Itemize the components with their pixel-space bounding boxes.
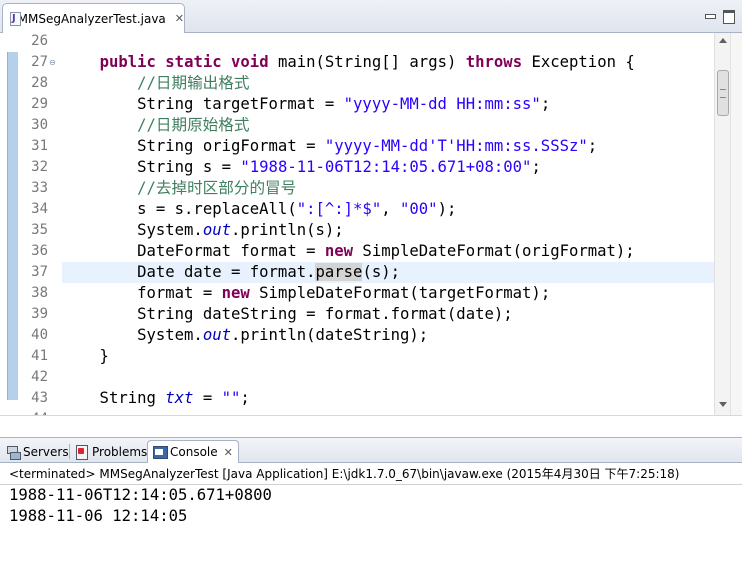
- line-number: 28: [31, 75, 48, 91]
- code-line: }: [62, 347, 109, 365]
- line-number: 40: [31, 327, 48, 343]
- code-line: //日期原始格式: [137, 116, 250, 134]
- java-file-icon: J: [9, 11, 21, 26]
- editor-tab-mmseganalyzertest[interactable]: J MMSegAnalyzerTest.java ✕: [2, 3, 185, 33]
- tab-servers-label: Servers: [23, 444, 69, 459]
- code-line: String origFormat = "yyyy-MM-dd'T'HH:mm:…: [62, 137, 598, 155]
- tab-problems-label: Problems: [92, 444, 148, 459]
- overview-ruler[interactable]: [730, 33, 742, 415]
- console-line: 1988-11-06T12:14:05.671+0800: [9, 486, 272, 504]
- line-number: 31: [31, 138, 48, 154]
- code-line: System.out.println(s);: [62, 221, 344, 239]
- console-icon: [153, 445, 168, 459]
- line-number: 41: [31, 348, 48, 364]
- vertical-scrollbar[interactable]: [714, 33, 730, 415]
- code-line: //日期输出格式: [137, 74, 250, 92]
- code-line: //去掉时区部分的冒号: [137, 179, 297, 197]
- code-editor[interactable]: 26 27 ⊖ public static void main(String[] a…: [0, 33, 742, 427]
- code-line: s = s.replaceAll(":[^:]*$", "00");: [62, 200, 457, 218]
- line-number: 26: [31, 33, 48, 49]
- code-line: public static void main(String[] args) t…: [99, 53, 635, 71]
- console-line: 1988-11-06 12:14:05: [9, 507, 188, 525]
- panel-tab-bar: Servers Problems Console ✕: [0, 437, 742, 463]
- scroll-up-icon[interactable]: [719, 38, 727, 43]
- tab-separator: [69, 444, 70, 459]
- tab-servers[interactable]: Servers: [6, 440, 69, 463]
- line-number: 34: [31, 201, 48, 217]
- code-line: Date date = format.parse(s);: [62, 263, 400, 281]
- code-line: String targetFormat = "yyyy-MM-dd HH:mm:…: [62, 95, 551, 113]
- line-number: 36: [31, 243, 48, 259]
- line-number: 29: [31, 96, 48, 112]
- close-icon[interactable]: ✕: [224, 446, 233, 459]
- maximize-icon[interactable]: [722, 9, 735, 24]
- fold-collapse-icon[interactable]: ⊖: [49, 58, 58, 67]
- editor-tab-bar: J MMSegAnalyzerTest.java ✕: [0, 0, 742, 33]
- minimize-icon[interactable]: [703, 9, 716, 22]
- code-line: format = new SimpleDateFormat(targetForm…: [62, 284, 551, 302]
- close-icon[interactable]: ✕: [175, 12, 184, 25]
- scroll-down-icon[interactable]: [719, 402, 727, 407]
- line-number: 33: [31, 180, 48, 196]
- change-ruler: [7, 52, 18, 400]
- line-number: 39: [31, 306, 48, 322]
- tab-console[interactable]: Console ✕: [147, 440, 239, 463]
- line-number: 43: [31, 390, 48, 406]
- console-output[interactable]: 1988-11-06T12:14:05.671+0800 1988-11-06 …: [0, 485, 742, 572]
- line-number: 27: [31, 54, 48, 70]
- line-number: 37: [31, 264, 48, 280]
- problems-icon: [75, 444, 89, 460]
- line-number: 32: [31, 159, 48, 175]
- scrollbar-thumb[interactable]: [717, 70, 729, 116]
- code-line: System.out.println(dateString);: [62, 326, 429, 344]
- tab-problems[interactable]: Problems: [75, 440, 147, 463]
- tab-console-label: Console: [170, 445, 218, 459]
- line-number: 35: [31, 222, 48, 238]
- servers-icon: [6, 445, 21, 460]
- code-line: String dateString = format.format(date);: [62, 305, 513, 323]
- console-status: <terminated> MMSegAnalyzerTest [Java App…: [0, 463, 742, 485]
- editor-bottom-gap: [0, 415, 742, 437]
- code-line: String txt = "";: [62, 389, 250, 407]
- line-number: 38: [31, 285, 48, 301]
- editor-tab-title: MMSegAnalyzerTest.java: [17, 11, 166, 26]
- code-line: DateFormat format = new SimpleDateFormat…: [62, 242, 635, 260]
- line-number: 30: [31, 117, 48, 133]
- line-number: 42: [31, 369, 48, 385]
- code-line: String s = "1988-11-06T12:14:05.671+08:0…: [62, 158, 541, 176]
